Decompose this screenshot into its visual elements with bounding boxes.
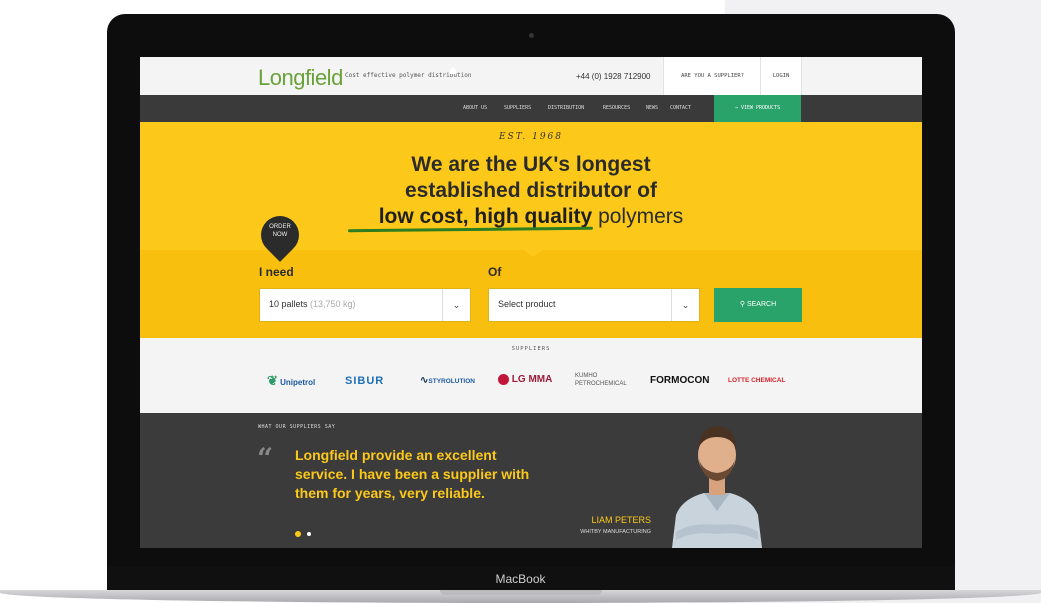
laptop-notch	[440, 590, 602, 595]
unipetrol-label: Unipetrol	[280, 378, 316, 387]
testimonial-quote: Longfield provide an excellent service. …	[295, 446, 595, 503]
hero-line-1: We are the UK's longest	[411, 153, 651, 176]
hero-line-3: low cost, high quality polymers	[140, 204, 922, 230]
home-icon[interactable]	[449, 67, 457, 74]
supplier-logo-lgmma[interactable]: LG MMA	[498, 374, 552, 385]
of-label: Of	[488, 265, 502, 279]
est-label: EST. 1968	[498, 132, 564, 142]
testimonial-heading: WHAT OUR SUPPLIERS SAY	[258, 424, 336, 430]
styrolution-label: STYROLUTION	[428, 378, 475, 385]
need-label: I need	[259, 265, 294, 279]
hero-line-2: established distributor of	[404, 179, 658, 202]
laptop-brand: MacBook	[495, 572, 546, 586]
nav-news[interactable]: NEWS	[646, 95, 658, 122]
hero-pointer	[524, 250, 542, 257]
lg-circle-icon	[498, 374, 509, 385]
supplier-logo-unipetrol[interactable]: ❦ Unipetrol	[267, 373, 315, 389]
hero-line-3-rest: polymers	[592, 205, 684, 228]
order-now-text-2: NOW	[272, 232, 288, 238]
hero-heading: We are the UK's longest established dist…	[140, 152, 922, 230]
quote-line-3: them for years, very reliable.	[295, 485, 485, 501]
quantity-value: 10 pallets (13,750 kg)	[269, 299, 356, 309]
chevron-down-icon[interactable]: ⌄	[671, 289, 699, 321]
quote-line-2: service. I have been a supplier with	[295, 466, 530, 482]
nav-distribution[interactable]: DISTRIBUTION	[548, 95, 584, 122]
quote-icon: “	[257, 442, 274, 475]
testimonial-name: LIAM PETERS	[591, 515, 651, 525]
search-icon: ⚲	[739, 301, 745, 308]
supplier-logo-styrolution[interactable]: ∿STYROLUTION	[420, 375, 475, 386]
quantity-weight: (13,750 kg)	[307, 299, 356, 309]
hero-highlight: low cost, high quality	[378, 205, 593, 228]
quantity-pallets: 10 pallets	[269, 299, 308, 309]
lgmma-label: LG MMA	[511, 374, 553, 386]
nav-suppliers[interactable]: SUPPLIERS	[504, 95, 531, 122]
supplier-photo	[672, 426, 762, 548]
order-now-label: ORDER NOW	[261, 223, 299, 239]
testimonial-company: WHITBY MANUFACTURING	[580, 529, 651, 535]
carousel-dot[interactable]	[307, 532, 311, 536]
supplier-logo-formocon[interactable]: FORMOCON	[650, 375, 709, 386]
product-select[interactable]: Select product ⌄	[488, 288, 700, 322]
supplier-logo-sibur[interactable]: SIBUR	[345, 375, 384, 387]
suppliers-title: SUPPLIERS	[511, 346, 551, 352]
search-label: SEARCH	[746, 301, 777, 308]
search-button[interactable]: ⚲ SEARCH	[714, 288, 802, 322]
chevron-down-icon[interactable]: ⌄	[442, 289, 470, 321]
supplier-logo-kumho[interactable]: KUMHO PETROCHEMICAL	[575, 372, 637, 388]
unipetrol-mark-icon: ❦	[267, 373, 278, 388]
website-screen: Longfield Cost effective polymer distrib…	[140, 57, 922, 548]
nav-about[interactable]: ABOUT US	[463, 95, 487, 122]
view-products-button[interactable]: → VIEW PRODUCTS	[714, 95, 801, 122]
supplier-logo-lotte[interactable]: LOTTE CHEMICAL	[728, 377, 785, 384]
quote-line-1: Longfield provide an excellent	[295, 447, 497, 463]
nav-contact[interactable]: CONTACT	[670, 95, 691, 122]
camera-icon	[529, 33, 534, 38]
carousel-dot-active[interactable]	[295, 531, 301, 537]
phone-number[interactable]: +44 (0) 1928 712900	[576, 72, 651, 81]
site-logo[interactable]: Longfield	[258, 65, 343, 91]
quantity-select[interactable]: 10 pallets (13,750 kg) ⌄	[259, 288, 471, 322]
order-now-text-1: ORDER	[269, 224, 291, 230]
supplier-link[interactable]: ARE YOU A SUPPLIER?	[663, 57, 761, 95]
product-placeholder: Select product	[498, 299, 556, 309]
nav-resources[interactable]: RESOURCES	[603, 95, 630, 122]
login-link[interactable]: LOGIN	[760, 57, 802, 95]
